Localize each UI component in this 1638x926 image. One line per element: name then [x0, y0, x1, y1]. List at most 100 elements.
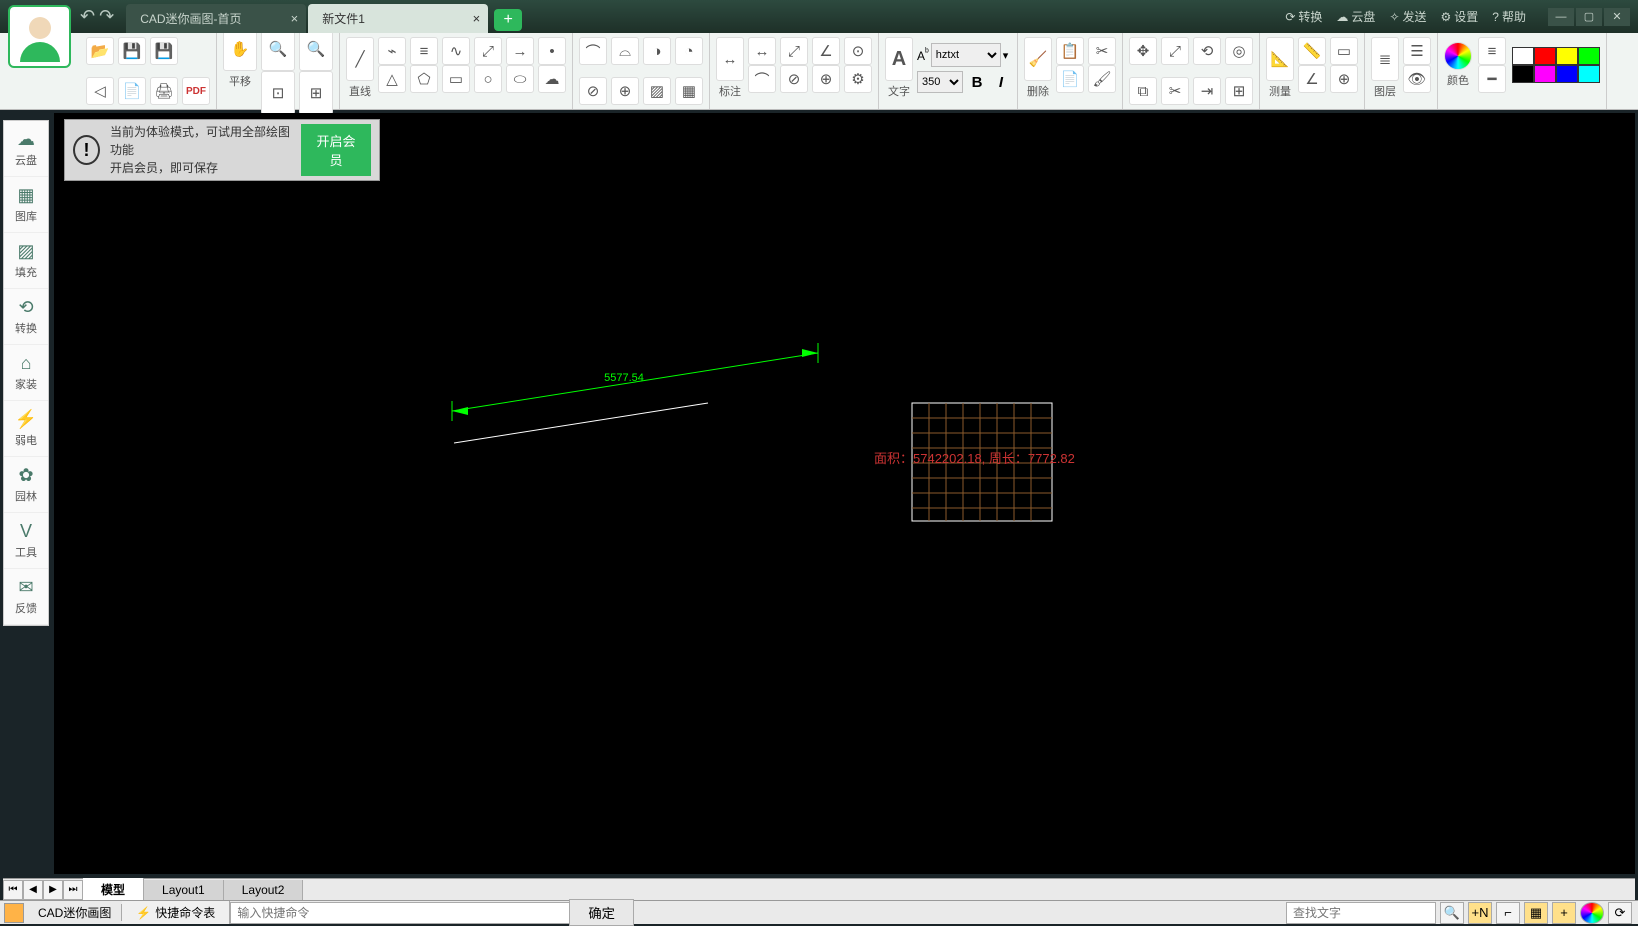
mirror-button[interactable]: ⧉	[1129, 77, 1157, 105]
new-button[interactable]: 📄	[118, 77, 146, 105]
layer-list-button[interactable]: ☰	[1403, 37, 1431, 65]
italic-button[interactable]: I	[991, 71, 1011, 93]
color-wheel-button[interactable]	[1444, 42, 1472, 70]
tab-first-button[interactable]: ⏮	[3, 880, 23, 900]
measure-area-button[interactable]: ▭	[1330, 37, 1358, 65]
polyline-button[interactable]: ⌁	[378, 37, 406, 65]
tab-model[interactable]: 模型	[83, 878, 144, 901]
xline-button[interactable]: ⤢	[474, 37, 502, 65]
rect-button[interactable]: ▭	[442, 65, 470, 93]
fontsize-select[interactable]: 350	[917, 71, 963, 93]
copy-button[interactable]: 📋	[1056, 37, 1084, 65]
measure-dist-button[interactable]: 📏	[1298, 37, 1326, 65]
rotate-button[interactable]: ⟲	[1193, 37, 1221, 65]
sidebar-feedback[interactable]: ✉反馈	[4, 569, 48, 625]
color-yellow[interactable]	[1556, 47, 1578, 65]
snap-button[interactable]: +N	[1468, 902, 1492, 924]
zoomout-button[interactable]: 🔍	[299, 27, 333, 71]
close-button[interactable]: ✕	[1604, 8, 1630, 26]
osnap-button[interactable]: +	[1552, 902, 1576, 924]
color-green[interactable]	[1578, 47, 1600, 65]
tab-next-button[interactable]: ▶	[43, 880, 63, 900]
color-cyan[interactable]	[1578, 65, 1600, 83]
trim-button[interactable]: ✂	[1161, 77, 1189, 105]
tab-layout2[interactable]: Layout2	[224, 880, 304, 900]
zoomwin-button[interactable]: ⊡	[261, 71, 295, 115]
zoomfit-button[interactable]: ⊞	[299, 71, 333, 115]
save-button[interactable]: 💾	[118, 37, 146, 65]
tab-newfile[interactable]: 新文件1 ×	[308, 4, 488, 33]
lineweight-button[interactable]: ━	[1478, 65, 1506, 93]
bold-button[interactable]: B	[967, 71, 987, 93]
saveas-button[interactable]: 💾	[150, 37, 178, 65]
scale-button[interactable]: ⤢	[1161, 37, 1189, 65]
color-red[interactable]	[1534, 47, 1556, 65]
delete-button[interactable]: 🧹	[1024, 37, 1052, 81]
cut-button[interactable]: ✂	[1088, 37, 1116, 65]
dimension-button[interactable]: ↔	[716, 37, 744, 81]
convert-button[interactable]: ⟳转换	[1285, 8, 1322, 25]
circle-button[interactable]: ○	[474, 65, 502, 93]
sidebar-fill[interactable]: ▨填充	[4, 233, 48, 289]
revcloud-button[interactable]: ☁	[538, 65, 566, 93]
multiline-button[interactable]: ≡	[410, 37, 438, 65]
paste-button[interactable]: 📄	[1056, 65, 1084, 93]
color-white[interactable]	[1512, 47, 1534, 65]
array-button[interactable]: ⊞	[1225, 77, 1253, 105]
cloud-button[interactable]: ☁云盘	[1336, 8, 1375, 25]
command-input[interactable]	[230, 902, 570, 924]
dim-linear-button[interactable]: ↔	[748, 37, 776, 65]
redo-icon[interactable]: ↷	[99, 6, 114, 27]
user-avatar[interactable]	[8, 5, 71, 68]
polygon-button[interactable]: ⬠	[410, 65, 438, 93]
linetype-button[interactable]: ≡	[1478, 37, 1506, 65]
font-select[interactable]: hztxt	[931, 43, 1001, 67]
arc-button[interactable]: ⌒	[579, 37, 607, 65]
tab-layout1[interactable]: Layout1	[144, 880, 224, 900]
search-button[interactable]: 🔍	[1440, 902, 1464, 924]
upgrade-button[interactable]: 开启会员	[301, 124, 371, 176]
move-button[interactable]: ✥	[1129, 37, 1157, 65]
pan-button[interactable]: ✋	[223, 27, 257, 71]
sidebar-home[interactable]: ⌂家装	[4, 345, 48, 401]
join-button[interactable]: ⊕	[611, 77, 639, 105]
minimize-button[interactable]: —	[1548, 8, 1574, 26]
open-button[interactable]: 📂	[86, 37, 114, 65]
print-button[interactable]: 🖨	[150, 77, 178, 105]
back-button[interactable]: ◁	[86, 77, 114, 105]
arc2-button[interactable]: ⌓	[611, 37, 639, 65]
sidebar-electric[interactable]: ⚡弱电	[4, 401, 48, 457]
maximize-button[interactable]: ▢	[1576, 8, 1602, 26]
add-tab-button[interactable]: +	[494, 9, 522, 31]
sidebar-convert[interactable]: ⟲转换	[4, 289, 48, 345]
color-status-button[interactable]	[1580, 902, 1604, 924]
drawing-canvas[interactable]: ! 当前为体验模式，可试用全部绘图功能 开启会员，即可保存 开启会员 5577.…	[54, 113, 1635, 874]
tab-prev-button[interactable]: ◀	[23, 880, 43, 900]
triangle-button[interactable]: △	[378, 65, 406, 93]
dim-diameter-button[interactable]: ⊘	[780, 65, 808, 93]
refresh-button[interactable]: ⟳	[1608, 902, 1632, 924]
dim-ord-button[interactable]: ⊕	[812, 65, 840, 93]
dim-angle-button[interactable]: ∠	[812, 37, 840, 65]
layer-button[interactable]: ≣	[1371, 37, 1399, 81]
dim-settings-button[interactable]: ⚙	[844, 65, 872, 93]
line-button[interactable]: ╱	[346, 37, 374, 81]
undo-icon[interactable]: ↶	[80, 6, 95, 27]
spline-button[interactable]: ∿	[442, 37, 470, 65]
offset-button[interactable]: ◎	[1225, 37, 1253, 65]
sidebar-tools[interactable]: V工具	[4, 513, 48, 569]
tab-home[interactable]: CAD迷你画图-首页 ×	[126, 4, 306, 33]
cmdref-button[interactable]: ⚡快捷命令表	[122, 901, 230, 924]
grid-button[interactable]: ▦	[1524, 902, 1548, 924]
color-blue[interactable]	[1556, 65, 1578, 83]
search-input[interactable]	[1286, 902, 1436, 924]
sidebar-gallery[interactable]: ▦图库	[4, 177, 48, 233]
color-magenta[interactable]	[1534, 65, 1556, 83]
ellipse-button[interactable]: ⬭	[506, 65, 534, 93]
color-black[interactable]	[1512, 65, 1534, 83]
pdf-button[interactable]: PDF	[182, 77, 210, 105]
brush-button[interactable]: 🖌	[1088, 65, 1116, 93]
dim-arc-button[interactable]: ⌒	[748, 65, 776, 93]
dim-radius-button[interactable]: ⊙	[844, 37, 872, 65]
sector-button[interactable]: ◔	[675, 37, 703, 65]
